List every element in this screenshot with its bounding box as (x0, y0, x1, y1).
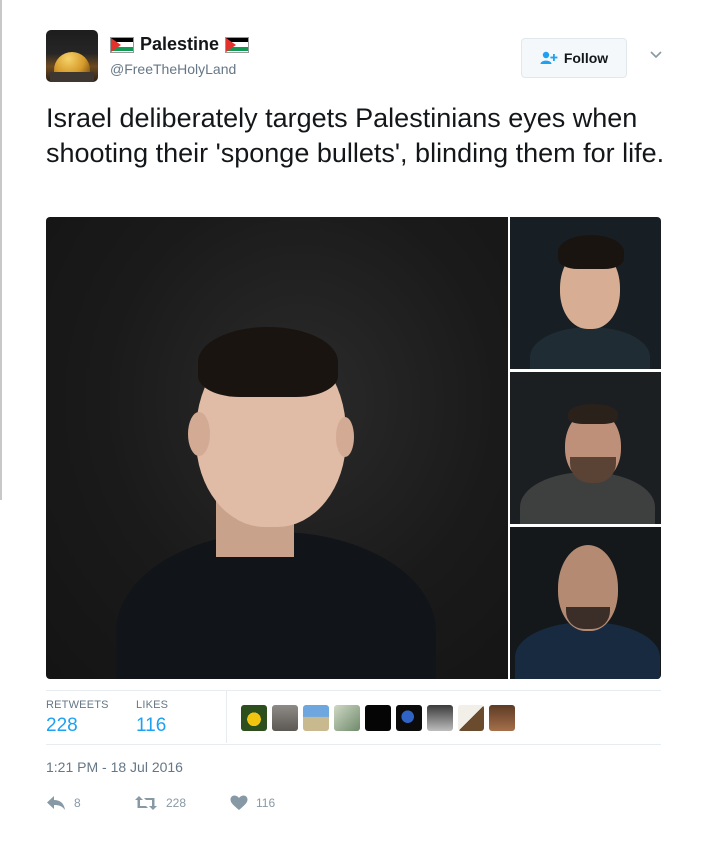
tweet-actions: 8 228 116 (46, 792, 310, 814)
follow-button[interactable]: Follow (521, 38, 627, 78)
retweet-icon (135, 796, 157, 810)
liker-avatar[interactable] (396, 705, 422, 731)
photo-bearded-man[interactable] (510, 372, 661, 524)
reply-button[interactable]: 8 (46, 795, 134, 811)
retweets-stat[interactable]: RETWEETS 228 (46, 699, 109, 737)
palestine-flag-icon (225, 36, 250, 53)
window-edge (0, 0, 2, 500)
avatar[interactable] (46, 30, 98, 82)
liker-avatar[interactable] (334, 705, 360, 731)
more-options-button[interactable] (646, 46, 666, 66)
figure-ear (188, 412, 210, 456)
likes-stat[interactable]: LIKES 116 (136, 699, 168, 737)
tweet-text: Israel deliberately targets Palestinians… (46, 103, 665, 168)
stats-divider (226, 691, 227, 743)
likes-label: LIKES (136, 699, 169, 711)
display-name[interactable]: Palestine (140, 34, 219, 55)
liker-avatar[interactable] (489, 705, 515, 731)
avatar-base (50, 72, 94, 82)
photo-young-man[interactable] (510, 217, 661, 369)
heart-icon (230, 795, 248, 810)
liker-avatar[interactable] (303, 705, 329, 731)
like-button[interactable]: 116 (230, 795, 310, 811)
liker-avatars (241, 705, 515, 731)
tweet-timestamp[interactable]: 1:21 PM - 18 Jul 2016 (46, 759, 183, 775)
retweet-button[interactable]: 228 (134, 795, 230, 811)
retweets-count: 228 (46, 715, 78, 736)
chevron-down-icon (650, 51, 662, 59)
photo-main[interactable] (46, 217, 508, 679)
retweets-label: RETWEETS (46, 699, 109, 711)
add-user-icon (540, 51, 558, 64)
liker-avatar[interactable] (365, 705, 391, 731)
user-handle[interactable]: @FreeTheHolyLand (110, 61, 236, 77)
palestine-flag-icon (110, 36, 134, 53)
liker-avatar[interactable] (427, 705, 453, 731)
tweet-stats: RETWEETS 228 LIKES 116 (46, 690, 661, 745)
photo-bald-man[interactable] (510, 527, 661, 679)
reply-count: 8 (74, 796, 81, 810)
retweet-count: 228 (166, 796, 187, 810)
figure-ear (336, 417, 354, 457)
liker-avatar[interactable] (458, 705, 484, 731)
figure-hair (558, 235, 624, 269)
tweet-header: Palestine @FreeTheHolyLand Follow (46, 30, 666, 86)
liker-avatar[interactable] (272, 705, 298, 731)
name-line[interactable]: Palestine (110, 34, 250, 55)
figure-hair (568, 404, 618, 424)
like-count: 116 (256, 796, 276, 810)
figure-hair (198, 327, 338, 397)
dome-image (54, 52, 90, 74)
media-grid (46, 217, 661, 679)
follow-label: Follow (563, 50, 609, 66)
figure-shirt (530, 327, 650, 369)
liker-avatar[interactable] (241, 705, 267, 731)
reply-icon (47, 796, 65, 810)
likes-count: 116 (136, 715, 167, 736)
